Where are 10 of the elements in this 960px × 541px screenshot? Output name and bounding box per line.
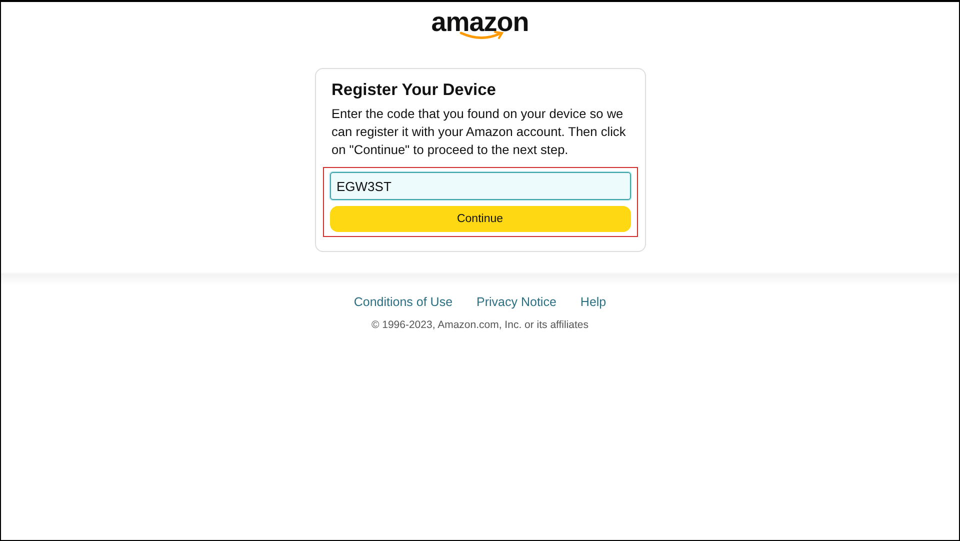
copyright-text: © 1996-2023, Amazon.com, Inc. or its affiliates — [371, 319, 589, 331]
smile-arrow-icon — [459, 31, 505, 41]
footer-link[interactable]: Privacy Notice — [476, 295, 556, 309]
footer-link[interactable]: Conditions of Use — [354, 295, 453, 309]
card-title: Register Your Device — [332, 81, 497, 100]
footer-link[interactable]: Help — [580, 295, 606, 309]
continue-button[interactable]: Continue — [330, 206, 630, 232]
code-input-field[interactable]: EGW3ST — [330, 172, 630, 200]
logo-text: amazon — [431, 8, 529, 36]
instructions-text: Enter the code that you found on your device so we can register it with your Amazon account. Then click on "Continue" to proceed to the next step. — [332, 105, 627, 159]
